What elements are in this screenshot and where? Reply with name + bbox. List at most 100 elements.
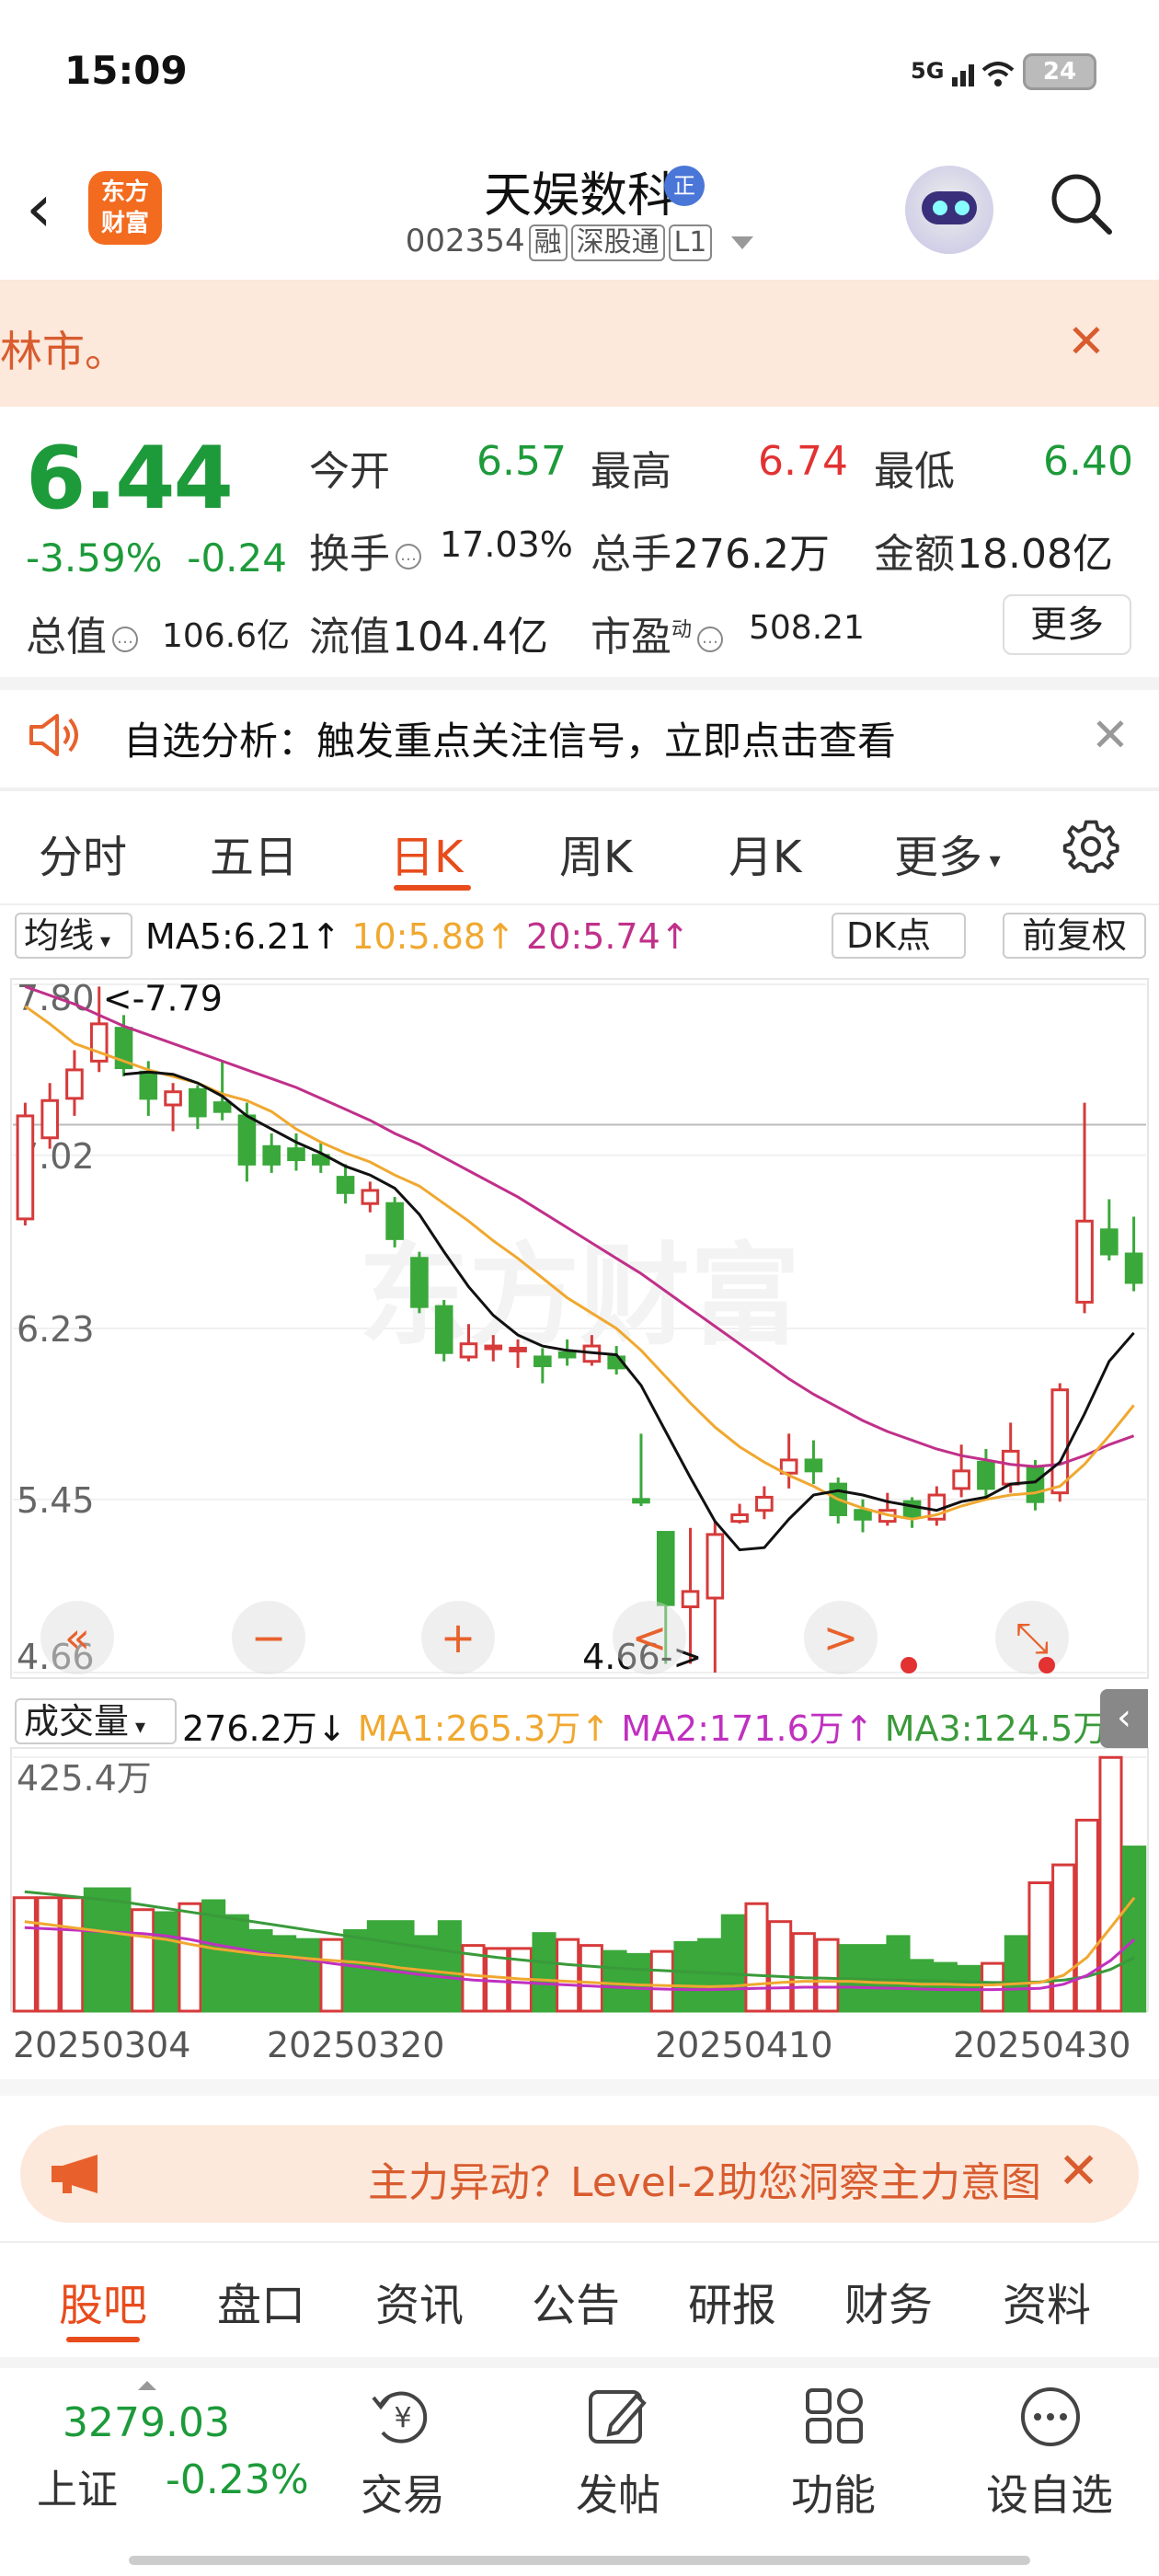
battery-icon: 24 [1023,53,1096,90]
dk-point-button[interactable]: DK点 [832,913,966,959]
tab-weekly-k[interactable]: 周K [559,821,632,885]
assistant-avatar[interactable] [905,166,993,254]
close-icon[interactable]: ✕ [1058,2142,1099,2200]
vol-ma2: MA2:171.6万 [621,1708,844,1749]
volume-bar [697,1938,722,2013]
zoom-in-icon[interactable]: + [421,1601,495,1674]
candle [65,1068,84,1100]
arrow-up-icon: ↑ [660,916,690,957]
volume-select[interactable]: 成交量 ▾ [15,1698,177,1744]
arrow-down-icon: ↓ [316,1708,347,1749]
high-label: 最高 [591,448,671,495]
info-icon[interactable]: … [112,627,138,652]
y-tick-label: 5.45 [17,1480,95,1521]
tab-five-day[interactable]: 五日 [210,821,298,885]
page-left-icon[interactable]: « [40,1601,114,1674]
compose-label[interactable]: 发帖 [576,2462,660,2523]
tab-profile[interactable]: 资料 [1003,2269,1091,2333]
megaphone-icon [52,2155,98,2193]
candle [1124,1252,1143,1284]
zoom-out-icon[interactable]: − [232,1601,305,1674]
candle [287,1147,305,1162]
apps-label[interactable]: 功能 [791,2462,876,2523]
info-icon[interactable]: … [697,627,724,652]
tab-monthly-k[interactable]: 月K [729,821,801,885]
tab-daily-k[interactable]: 日K [390,821,463,885]
candle [557,1351,577,1359]
indicator-select[interactable]: 均线 ▾ [15,913,132,959]
volume-bar [107,1887,132,2013]
candle [656,1531,675,1606]
notice-banner[interactable] [0,280,1159,407]
volume-bar [1027,1881,1052,2013]
network-type: 5G [911,58,945,84]
marker-dot [1039,1657,1055,1673]
tab-forum[interactable]: 股吧 [59,2269,147,2333]
volume-label: 总手 [591,531,671,578]
prev-icon[interactable]: < [613,1601,686,1674]
caret-down-icon: ▾ [129,1716,146,1739]
tab-announcements[interactable]: 公告 [532,2269,620,2333]
add-watchlist-icon[interactable] [1012,2385,1089,2449]
mcap-label: 总值… [26,604,143,662]
control-glyph: > [823,1613,859,1662]
turnover-value: 17.03% [440,524,573,565]
active-tab-indicator [394,885,471,891]
volume-bar [154,1911,178,2013]
volume-value: 276.2万 [673,531,830,578]
scroll-track [0,2079,1159,2096]
collapse-left-icon[interactable]: ‹ [1100,1689,1148,1748]
gear-icon[interactable] [1061,817,1120,876]
ma5-value: MA5:6.21 [145,916,312,957]
pe-sup: 动 [671,618,693,642]
low-value: 6.40 [1043,438,1133,485]
candle [755,1495,774,1512]
notice-text: 林市。 [0,327,127,376]
adjust-button[interactable]: 前复权 [1003,913,1146,959]
candle [410,1257,429,1308]
kline-chart[interactable]: 7.807.026.235.454.66东方财富<-7.794.66->«−+<… [0,966,1159,1687]
volume-bar [1122,1846,1147,2013]
candle [237,1114,257,1166]
close-icon[interactable]: ✕ [1067,318,1106,364]
compose-icon[interactable] [580,2385,657,2449]
svg-text:¥: ¥ [394,2402,411,2434]
candle [262,1144,281,1166]
fullscreen-icon[interactable]: ⤡ [995,1601,1069,1674]
index-value[interactable]: 3279.03 [63,2399,230,2446]
volume-chart[interactable]: 425.4万 20250304 20250320 20250410 20250430 [0,1693,1159,2098]
tab-research[interactable]: 研报 [688,2269,776,2333]
tag-margin: 融 [528,224,568,261]
volume-bar [815,1938,840,2013]
search-icon[interactable] [1049,171,1113,236]
home-indicator[interactable] [129,2556,1030,2565]
analysis-alert[interactable]: 自选分析：触发重点关注信号，立即点击查看 [123,710,896,766]
divider [0,788,1159,791]
more-quote-button[interactable]: 更多 [1003,594,1131,655]
float-label: 流值 [309,614,390,661]
tab-intraday[interactable]: 分时 [39,821,127,885]
volume-bar [343,1928,368,2013]
add-watchlist-label[interactable]: 设自选 [986,2462,1113,2523]
trade-icon[interactable]: ¥ [364,2385,442,2449]
tab-order-book[interactable]: 盘口 [217,2269,305,2333]
info-icon[interactable]: … [396,544,421,569]
tag-connect: 深股通 [570,224,665,261]
index-name: 上证 [37,2467,118,2513]
tab-more-label: 更多 [894,832,983,883]
tab-financials[interactable]: 财务 [844,2269,933,2333]
next-icon[interactable]: > [804,1601,878,1674]
tab-more[interactable]: 更多 ▾ [894,821,1001,885]
index-change: -0.23% [166,2456,309,2503]
candle [189,1087,207,1118]
close-icon[interactable]: ✕ [1091,708,1130,762]
trade-label[interactable]: 交易 [361,2462,445,2523]
pe-label-text: 市盈 [591,614,671,661]
apps-icon[interactable] [797,2385,874,2449]
tab-news[interactable]: 资讯 [375,2269,464,2333]
x-tick-label: 20250430 [953,2025,1130,2065]
volume-bar [649,1949,674,2013]
pe-value: 508.21 [749,609,865,647]
y-tick-label: 6.23 [17,1309,95,1350]
ma-legend: MA5:6.21↑ 10:5.88↑ 20:5.74↑ [145,916,690,957]
